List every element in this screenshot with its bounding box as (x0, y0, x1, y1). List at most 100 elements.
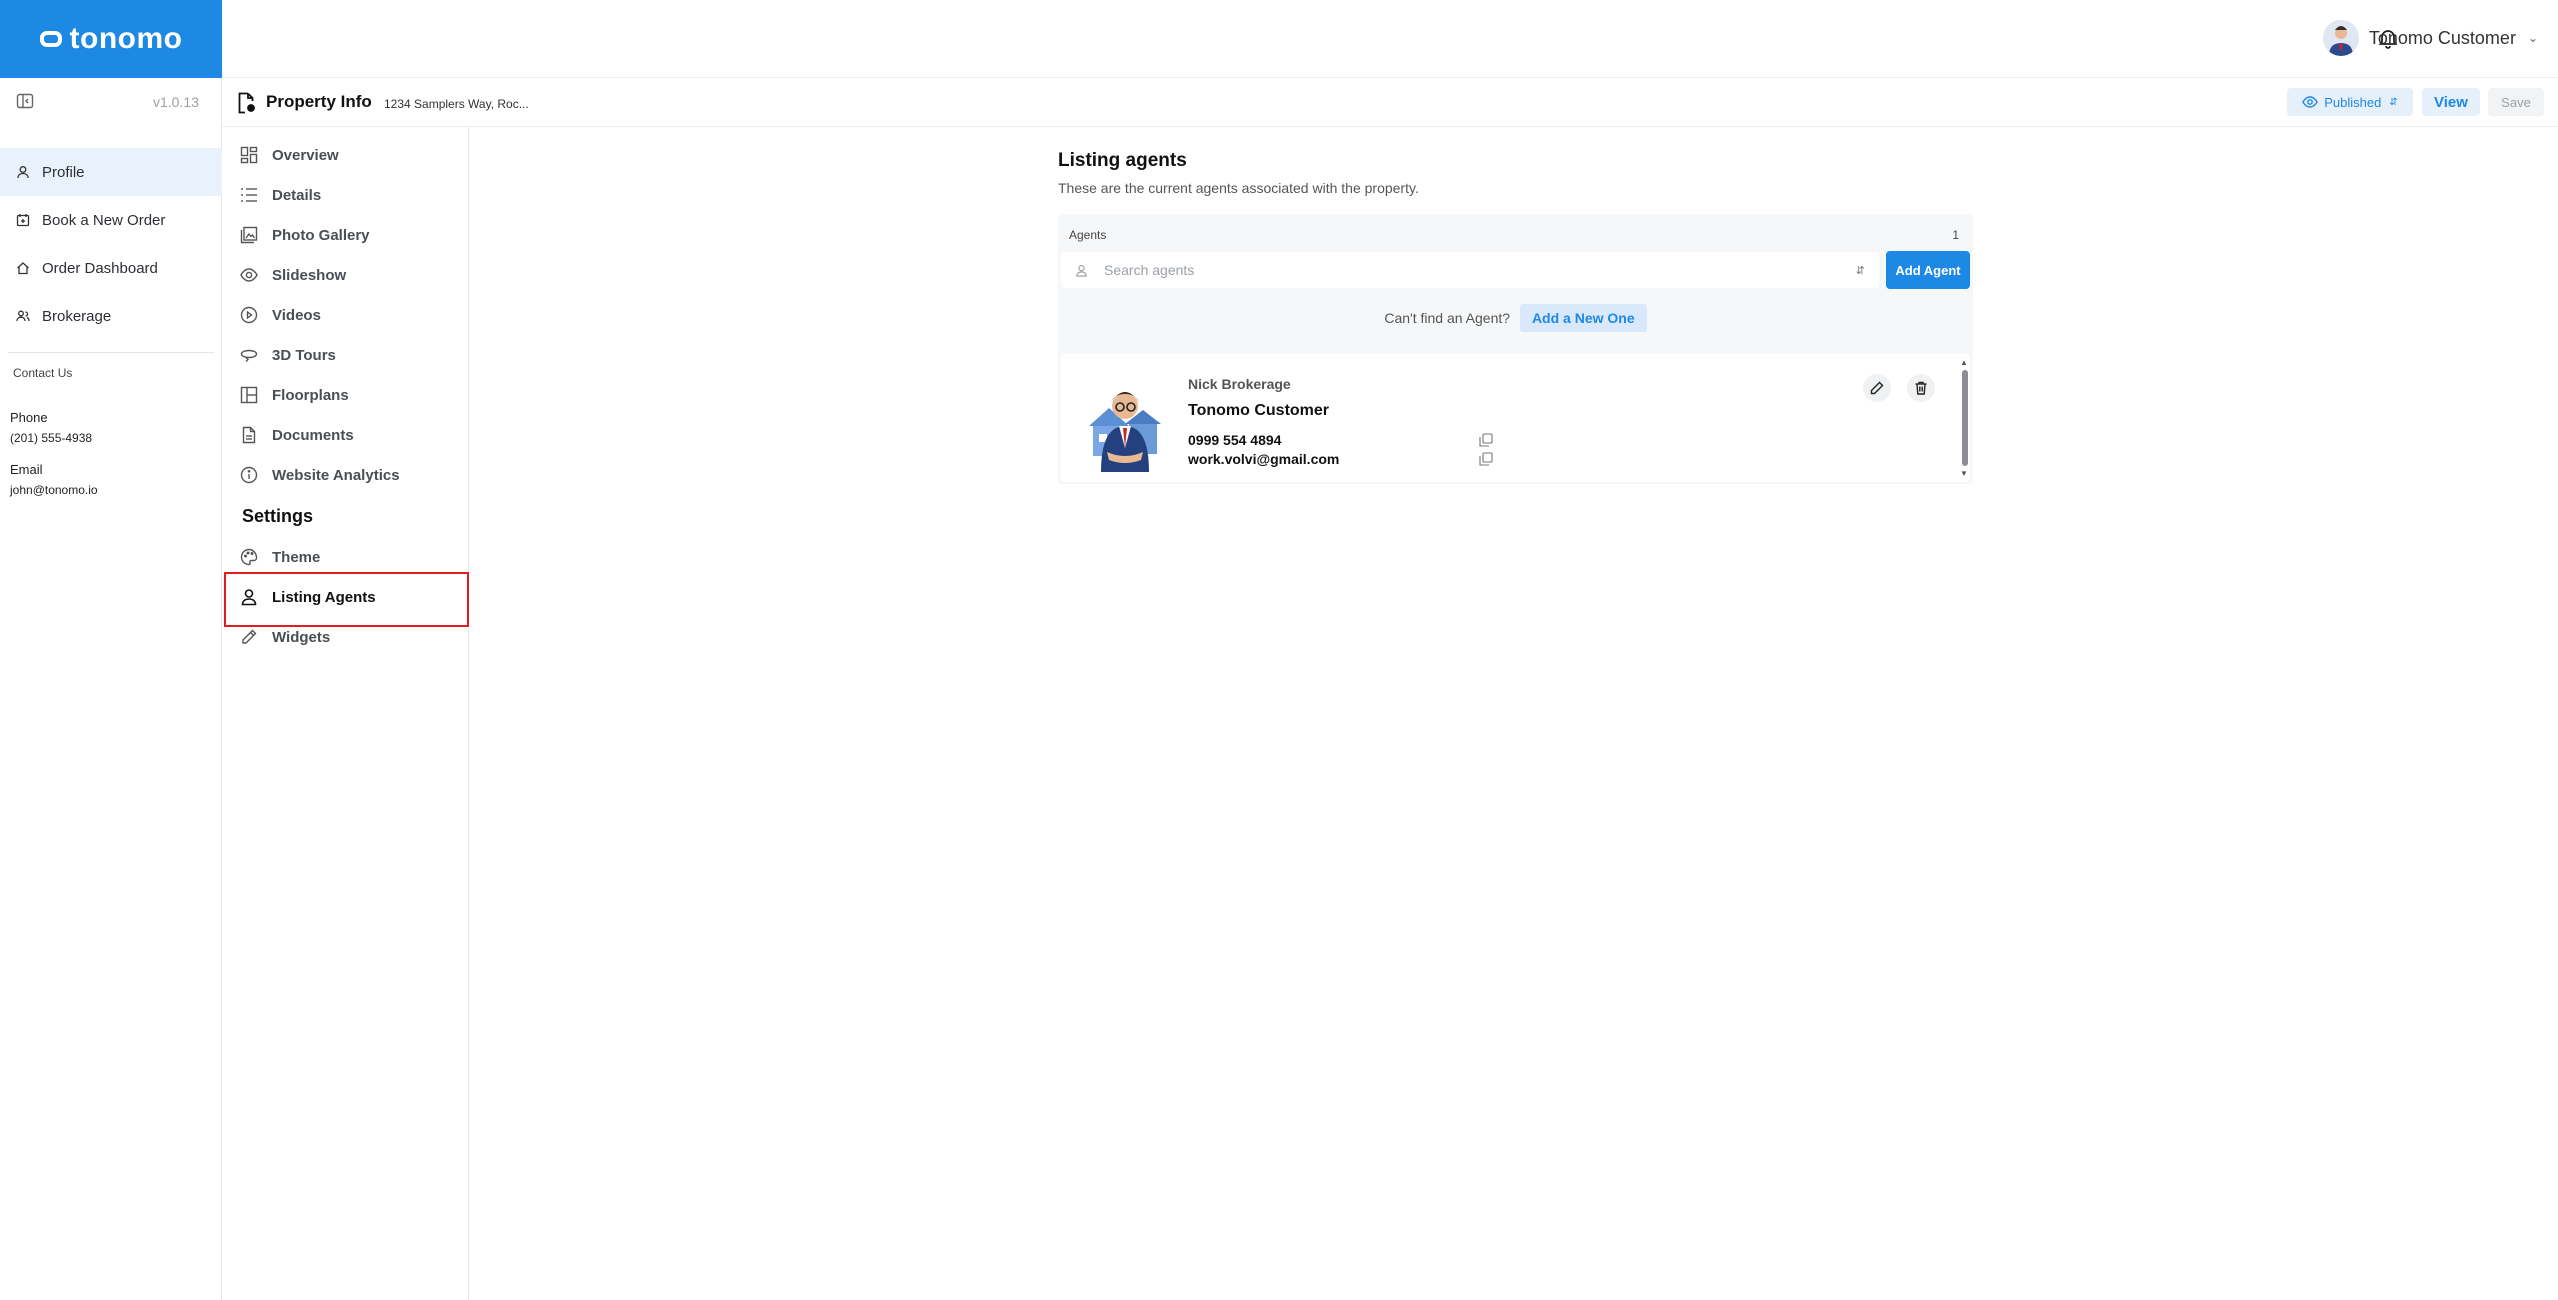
scroll-down-icon[interactable]: ▼ (1960, 469, 1968, 478)
subnav-item-label: Details (272, 186, 322, 204)
trash-icon (1915, 381, 1927, 395)
subnav-item-label: Overview (272, 146, 339, 164)
brand-logo[interactable]: tonomo (0, 0, 222, 78)
phone-value[interactable]: (201) 555-4938 (10, 431, 92, 445)
user-icon (1076, 264, 1087, 277)
user-menu[interactable]: Tonomo Customer ⌄ (2322, 18, 2538, 58)
save-button[interactable]: Save (2488, 88, 2544, 116)
cant-find-row: Can't find an Agent? Add a New One (1058, 304, 1973, 332)
eye-icon (2302, 96, 2319, 108)
agents-panel: Agents 1 ⇵ Add Agent Can't find an Agent… (1058, 214, 1973, 484)
subnav-item-website-analytics[interactable]: Website Analytics (222, 455, 469, 495)
subnav-item-documents[interactable]: Documents (222, 415, 469, 455)
home-icon (17, 262, 29, 275)
grid-icon (240, 146, 258, 164)
agent-email: work.volvi@gmail.com (1188, 451, 1340, 467)
agent-name: Tonomo Customer (1188, 402, 1330, 419)
avatar (2322, 20, 2359, 56)
settings-heading: Settings (242, 506, 314, 526)
agent-brokerage: Nick Brokerage (1188, 376, 1291, 392)
sort-icon: ⇵ (1855, 264, 1865, 277)
subnav-item-theme[interactable]: Theme (222, 537, 469, 577)
copy-icon[interactable] (1479, 433, 1493, 447)
scroll-thumb[interactable] (1962, 370, 1968, 466)
subnav-item-floorplans[interactable]: Floorplans (222, 375, 469, 415)
sort-icon: ⇵ (2389, 96, 2398, 108)
add-agent-button[interactable]: Add Agent (1886, 251, 1970, 289)
app-version: v1.0.13 (153, 94, 199, 110)
eye-icon (240, 268, 258, 282)
pencil-icon (1870, 381, 1884, 395)
user-icon (17, 166, 29, 179)
sidebar-divider (8, 352, 214, 353)
phone-label: Phone (10, 410, 48, 425)
document-gear-icon (238, 92, 255, 114)
subnav-item-slideshow[interactable]: Slideshow (222, 255, 469, 295)
list-icon (241, 188, 257, 202)
delete-agent-button[interactable] (1907, 374, 1935, 402)
floorplan-icon (240, 386, 258, 404)
subnav-item-details[interactable]: Details (222, 175, 469, 215)
property-header: Property Info 1234 Samplers Way, Roc... … (222, 78, 2558, 127)
subnav-item-label: Slideshow (272, 266, 347, 284)
sidebar-item-profile[interactable]: Profile (0, 148, 222, 196)
document-icon (242, 426, 256, 444)
publish-status-select[interactable]: Published ⇵ (2287, 88, 2413, 116)
subnav-item-label: Floorplans (272, 386, 349, 404)
subnav-item-videos[interactable]: Videos (222, 295, 469, 335)
subnav-item-overview[interactable]: Overview (222, 135, 469, 175)
subnav-item-label: Videos (272, 306, 321, 324)
sidebar-item-label: Book a New Order (42, 211, 166, 229)
agent-list-scrollbar[interactable]: ▲ ▼ (1960, 358, 1970, 478)
brand-name: tonomo (69, 22, 183, 55)
contact-heading: Contact Us (13, 366, 73, 380)
sidebar-item-book-order[interactable]: Book a New Order (0, 196, 222, 244)
agents-count: 1 (1952, 228, 1959, 242)
calendar-plus-icon (16, 214, 30, 227)
sidebar-item-order-dashboard[interactable]: Order Dashboard (0, 244, 222, 292)
top-bar: Tonomo Customer ⌄ (222, 0, 2558, 78)
play-icon (240, 306, 258, 324)
publish-status-label: Published (2324, 94, 2382, 110)
email-label: Email (10, 462, 43, 477)
page-title: Property Info (266, 92, 372, 111)
agent-phone: 0999 554 4894 (1188, 432, 1282, 448)
selection-highlight (224, 572, 469, 627)
property-address: 1234 Samplers Way, Roc... (384, 97, 529, 111)
info-icon (240, 466, 258, 484)
subnav-item-label: Photo Gallery (272, 226, 370, 244)
subnav-item-label: Widgets (272, 628, 331, 646)
copy-icon[interactable] (1479, 452, 1493, 466)
gallery-icon (240, 226, 258, 244)
sidebar-item-label: Profile (42, 163, 85, 181)
subnav-item-photo-gallery[interactable]: Photo Gallery (222, 215, 469, 255)
pencil-icon (242, 629, 257, 644)
agent-search-select[interactable]: ⇵ (1061, 252, 1879, 288)
agent-card: Nick Brokerage Tonomo Customer 0999 554 … (1061, 354, 1970, 482)
sidebar-item-brokerage[interactable]: Brokerage (0, 292, 222, 340)
subnav-item-3d-tours[interactable]: 3D Tours (222, 335, 469, 375)
email-value[interactable]: john@tonomo.io (10, 483, 98, 497)
logo-mark-icon (39, 31, 62, 47)
sidebar-nav: Profile Book a New Order Order Dashboard… (0, 148, 222, 340)
main-content: Listing agents These are the current age… (1058, 150, 1973, 484)
search-input[interactable] (1104, 262, 1856, 278)
add-new-agent-button[interactable]: Add a New One (1519, 304, 1647, 332)
property-subnav: Overview Details Photo Gallery Slideshow… (222, 127, 469, 1300)
scroll-up-icon[interactable]: ▲ (1960, 358, 1968, 367)
view-button[interactable]: View (2422, 88, 2480, 116)
agents-label: Agents (1069, 228, 1107, 242)
users-icon (16, 310, 30, 322)
palette-icon (240, 548, 258, 566)
sidebar-collapse-icon[interactable] (16, 92, 34, 110)
subnav-item-label: Documents (272, 426, 354, 444)
sidebar-item-label: Order Dashboard (42, 259, 158, 277)
sidebar-item-label: Brokerage (42, 307, 112, 325)
chevron-down-icon: ⌄ (2527, 31, 2538, 45)
edit-agent-button[interactable] (1863, 374, 1891, 402)
agent-photo (1081, 374, 1165, 472)
user-name: Tonomo Customer (2368, 27, 2516, 48)
cant-find-text: Can't find an Agent? (1384, 310, 1511, 326)
subnav-item-label: Website Analytics (272, 466, 400, 484)
section-description: These are the current agents associated … (1058, 180, 1419, 196)
